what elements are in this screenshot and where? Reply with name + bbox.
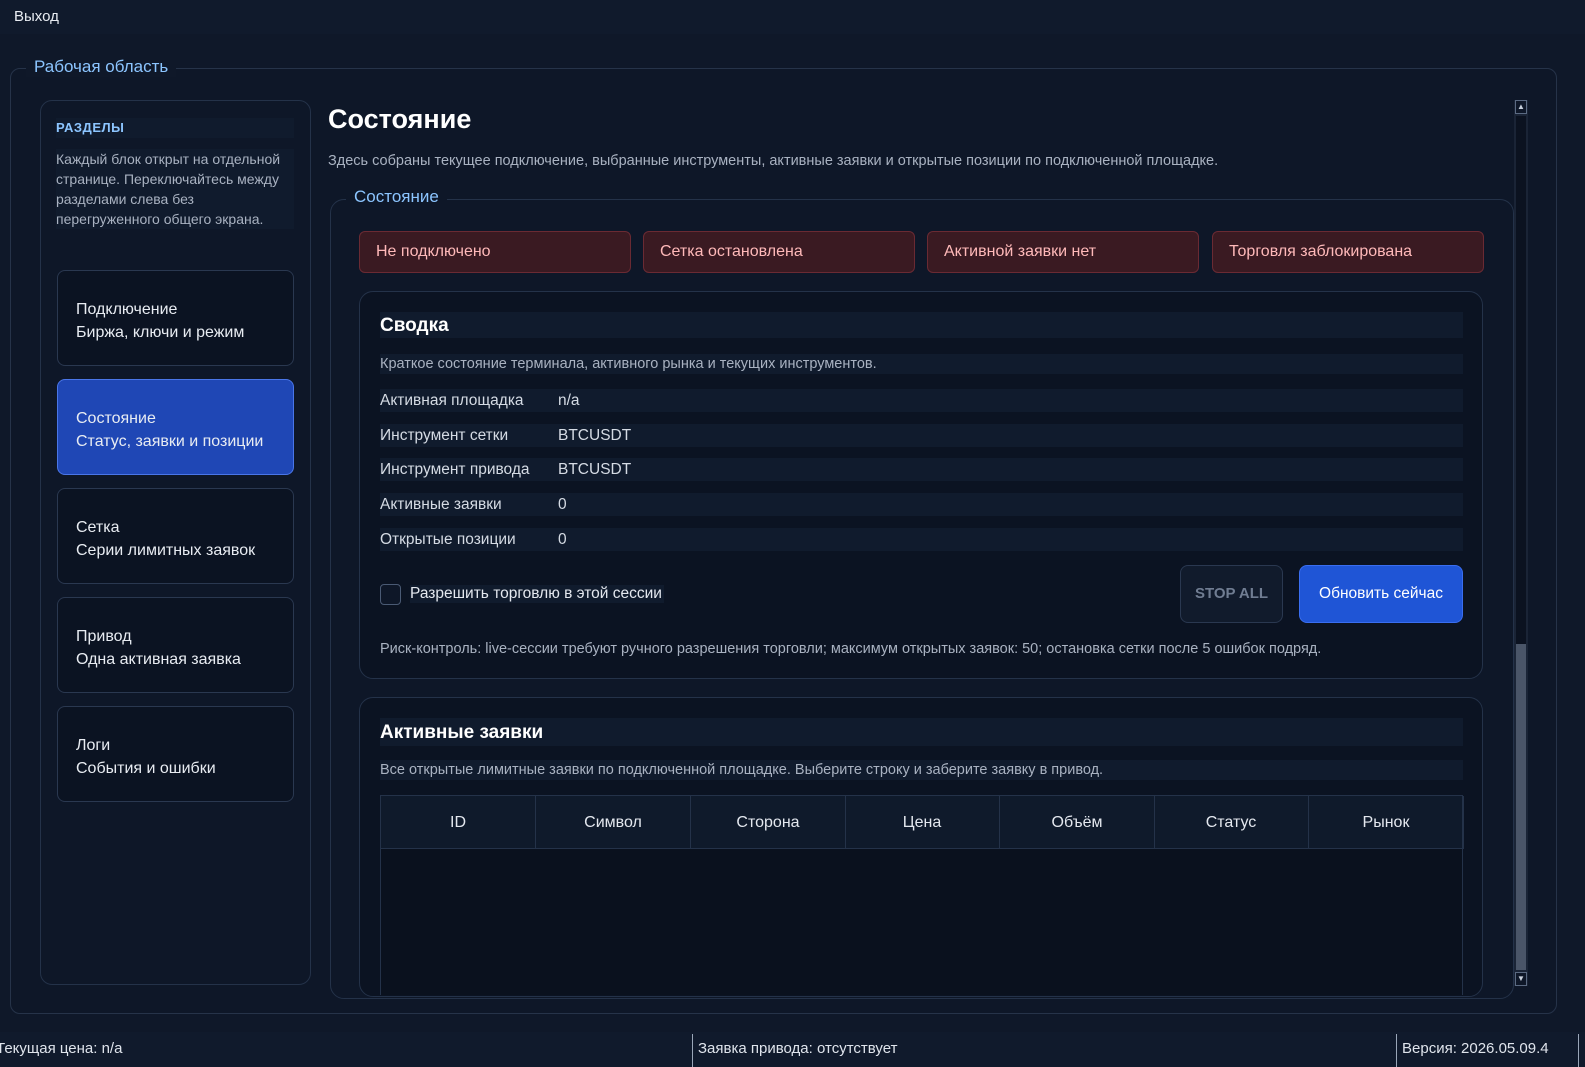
status-separator bbox=[1396, 1034, 1397, 1067]
scroll-down-icon[interactable]: ▼ bbox=[1515, 972, 1527, 986]
sidebar-item-connection[interactable]: Подключение Биржа, ключи и режим bbox=[57, 270, 294, 366]
sidebar: РАЗДЕЛЫ Каждый блок открыт на отдельной … bbox=[40, 100, 311, 985]
status-separator bbox=[692, 1034, 693, 1067]
vertical-scrollbar[interactable]: ▲ ▼ bbox=[1514, 100, 1528, 986]
column-header-price[interactable]: Цена bbox=[845, 796, 1000, 849]
sidebar-item-grid[interactable]: Сетка Серии лимитных заявок bbox=[57, 488, 294, 584]
column-header-side[interactable]: Сторона bbox=[691, 796, 846, 849]
sidebar-hint: Каждый блок открыт на отдельной странице… bbox=[56, 149, 294, 229]
sidebar-item-title: Логи bbox=[76, 737, 111, 754]
summary-row-value: BTCUSDT bbox=[558, 427, 632, 444]
column-header-id[interactable]: ID bbox=[381, 796, 536, 849]
status-bar: Текущая цена: n/a Заявка привода: отсутс… bbox=[0, 1032, 1585, 1067]
summary-row-key: Активные заявки bbox=[380, 496, 502, 513]
column-header-status[interactable]: Статус bbox=[1154, 796, 1309, 849]
orders-table-header: ID Символ Сторона Цена Объём Статус Рыно… bbox=[381, 796, 1464, 849]
column-header-symbol[interactable]: Символ bbox=[536, 796, 691, 849]
summary-row-value: n/a bbox=[558, 392, 580, 409]
active-orders-title: Активные заявки bbox=[380, 722, 544, 743]
summary-row-key: Активная площадка bbox=[380, 392, 524, 409]
page-description: Здесь собраны текущее подключение, выбра… bbox=[328, 153, 1219, 169]
status-badge-grid: Сетка остановлена bbox=[643, 231, 915, 273]
scroll-up-icon[interactable]: ▲ bbox=[1515, 100, 1527, 114]
checkbox-box[interactable] bbox=[380, 584, 401, 605]
summary-row-value: 0 bbox=[558, 496, 567, 513]
sidebar-item-title: Привод bbox=[76, 628, 132, 645]
sidebar-item-title: Сетка bbox=[76, 519, 120, 536]
summary-row-key: Инструмент сетки bbox=[380, 427, 509, 444]
active-orders-card: Активные заявки Все открытые лимитные за… bbox=[359, 697, 1483, 997]
version-status: Версия: 2026.05.09.4 bbox=[1402, 1040, 1549, 1057]
summary-row: Открытые позиции 0 bbox=[380, 528, 1463, 551]
menu-bar: Выход bbox=[0, 0, 1585, 34]
stop-all-button[interactable]: STOP ALL bbox=[1180, 565, 1283, 623]
card-title-bg bbox=[380, 312, 1463, 338]
sidebar-item-subtitle: События и ошибки bbox=[76, 760, 216, 777]
scroll-track[interactable] bbox=[1516, 116, 1526, 970]
column-header-market[interactable]: Рынок bbox=[1309, 796, 1464, 849]
page-title: Состояние bbox=[328, 104, 472, 134]
column-header-volume[interactable]: Объём bbox=[1000, 796, 1155, 849]
scroll-thumb[interactable] bbox=[1516, 644, 1526, 970]
status-badge-connection: Не подключено bbox=[359, 231, 631, 273]
risk-control-note: Риск-контроль: live-сессии требуют ручно… bbox=[380, 641, 1322, 657]
status-separator bbox=[1578, 1034, 1579, 1067]
summary-row: Активная площадка n/a bbox=[380, 389, 1463, 412]
status-badge-order: Активной заявки нет bbox=[927, 231, 1199, 273]
sidebar-item-title: Состояние bbox=[76, 410, 156, 427]
drive-order-status: Заявка привода: отсутствует bbox=[698, 1040, 898, 1057]
summary-row-key: Открытые позиции bbox=[380, 531, 516, 548]
workspace-title: Рабочая область bbox=[26, 57, 177, 77]
summary-row-value: BTCUSDT bbox=[558, 461, 632, 478]
refresh-button[interactable]: Обновить сейчас bbox=[1299, 565, 1463, 623]
orders-table[interactable]: ID Символ Сторона Цена Объём Статус Рыно… bbox=[380, 795, 1464, 995]
sidebar-item-subtitle: Биржа, ключи и режим bbox=[76, 324, 245, 341]
sidebar-item-subtitle: Статус, заявки и позиции bbox=[76, 433, 264, 450]
summary-card: Сводка Краткое состояние терминала, акти… bbox=[359, 291, 1483, 679]
summary-row-value: 0 bbox=[558, 531, 567, 548]
summary-row: Инструмент сетки BTCUSDT bbox=[380, 424, 1463, 447]
sidebar-title: РАЗДЕЛЫ bbox=[56, 118, 294, 138]
summary-title: Сводка bbox=[380, 315, 449, 336]
current-price-status: Текущая цена: n/a bbox=[0, 1040, 123, 1057]
summary-row: Инструмент привода BTCUSDT bbox=[380, 458, 1463, 481]
sidebar-item-subtitle: Серии лимитных заявок bbox=[76, 542, 256, 559]
sidebar-item-state[interactable]: Состояние Статус, заявки и позиции bbox=[57, 379, 294, 475]
summary-row: Активные заявки 0 bbox=[380, 493, 1463, 516]
sidebar-item-subtitle: Одна активная заявка bbox=[76, 651, 241, 668]
active-orders-description: Все открытые лимитные заявки по подключе… bbox=[380, 760, 1463, 780]
summary-row-key: Инструмент привода bbox=[380, 461, 530, 478]
sidebar-item-logs[interactable]: Логи События и ошибки bbox=[57, 706, 294, 802]
allow-trading-label[interactable]: Разрешить торговлю в этой сессии bbox=[410, 585, 664, 603]
sidebar-item-title: Подключение bbox=[76, 301, 178, 318]
state-group-title: Состояние bbox=[346, 187, 447, 207]
status-badge-trading: Торговля заблокирована bbox=[1212, 231, 1484, 273]
sidebar-item-drive[interactable]: Привод Одна активная заявка bbox=[57, 597, 294, 693]
menu-exit[interactable]: Выход bbox=[14, 8, 59, 25]
summary-description: Краткое состояние терминала, активного р… bbox=[380, 354, 1463, 374]
